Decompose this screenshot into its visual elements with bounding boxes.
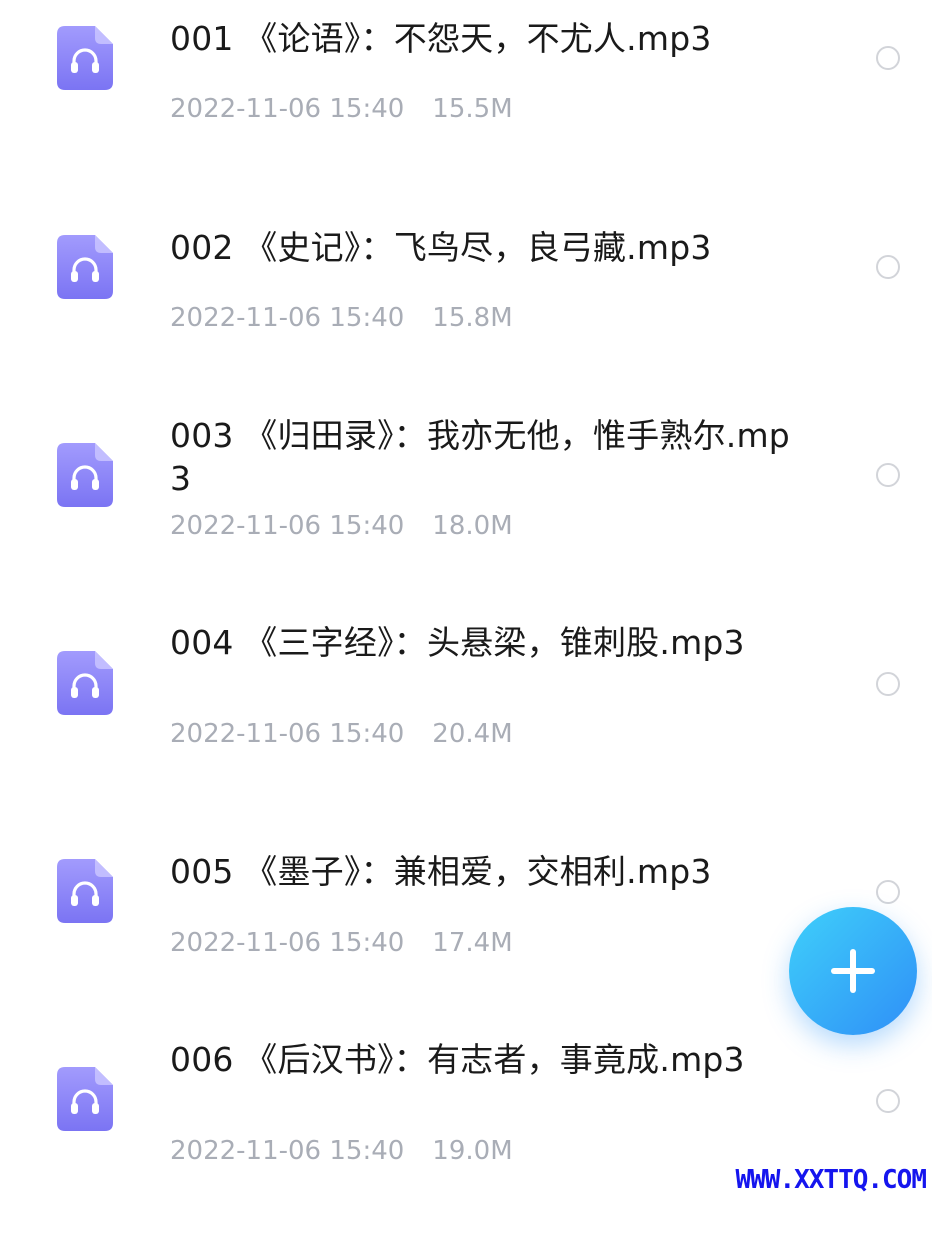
file-meta: 2022-11-06 15:40 15.5M (170, 93, 513, 125)
file-name: 004 《三字经》：头悬梁，锥刺股.mp3 (170, 623, 745, 662)
file-name: 006 《后汉书》：有志者，事竟成.mp3 (170, 1040, 745, 1079)
file-size: 15.8M (432, 303, 513, 333)
audio-file-icon (57, 859, 113, 923)
file-size: 19.0M (432, 1136, 513, 1166)
audio-file-icon (57, 443, 113, 507)
audio-file-icon (57, 1067, 113, 1131)
select-radio[interactable] (876, 1089, 900, 1113)
audio-file-icon (57, 235, 113, 299)
file-name: 005 《墨子》：兼相爱，交相利.mp3 (170, 852, 712, 891)
select-radio[interactable] (876, 880, 900, 904)
file-list: 001 《论语》：不怨天，不尤人.mp3 2022-11-06 15:40 15.… (0, 0, 932, 1200)
file-meta: 2022-11-06 15:40 17.4M (170, 927, 513, 959)
file-row[interactable]: 004 《三字经》：头悬梁，锥刺股.mp3 2022-11-06 15:40 20… (0, 623, 932, 836)
file-meta: 2022-11-06 15:40 18.0M (170, 510, 513, 542)
audio-file-icon (57, 26, 113, 90)
audio-file-icon (57, 651, 113, 715)
file-date: 2022-11-06 15:40 (170, 719, 405, 749)
file-size: 20.4M (432, 719, 513, 749)
file-size: 17.4M (432, 928, 513, 958)
file-date: 2022-11-06 15:40 (170, 303, 405, 333)
select-radio[interactable] (876, 46, 900, 70)
file-date: 2022-11-06 15:40 (170, 511, 405, 541)
file-row[interactable]: 006 《后汉书》：有志者，事竟成.mp3 2022-11-06 15:40 19… (0, 1040, 932, 1254)
file-meta: 2022-11-06 15:40 15.8M (170, 302, 513, 334)
add-button[interactable] (789, 907, 917, 1035)
file-row[interactable]: 003 《归田录》：我亦无他，惟手熟尔.mp3 2022-11-06 15:40… (0, 416, 932, 627)
plus-icon (831, 949, 875, 993)
watermark: WWW.XXTTQ.COM (735, 1165, 927, 1195)
select-radio[interactable] (876, 255, 900, 279)
file-meta: 2022-11-06 15:40 20.4M (170, 718, 513, 750)
file-date: 2022-11-06 15:40 (170, 928, 405, 958)
file-name: 002 《史记》：飞鸟尽，良弓藏.mp3 (170, 228, 712, 267)
file-date: 2022-11-06 15:40 (170, 1136, 405, 1166)
file-date: 2022-11-06 15:40 (170, 94, 405, 124)
file-meta: 2022-11-06 15:40 19.0M (170, 1135, 513, 1167)
file-row[interactable]: 005 《墨子》：兼相爱，交相利.mp3 2022-11-06 15:40 17.… (0, 836, 932, 1045)
select-radio[interactable] (876, 463, 900, 487)
file-row[interactable]: 001 《论语》：不怨天，不尤人.mp3 2022-11-06 15:40 15.… (0, 0, 932, 209)
file-name: 003 《归田录》：我亦无他，惟手熟尔.mp3 (170, 416, 790, 498)
file-size: 18.0M (432, 511, 513, 541)
file-row[interactable]: 002 《史记》：飞鸟尽，良弓藏.mp3 2022-11-06 15:40 15.… (0, 209, 932, 418)
select-radio[interactable] (876, 672, 900, 696)
file-size: 15.5M (432, 94, 513, 124)
file-name: 001 《论语》：不怨天，不尤人.mp3 (170, 19, 712, 58)
